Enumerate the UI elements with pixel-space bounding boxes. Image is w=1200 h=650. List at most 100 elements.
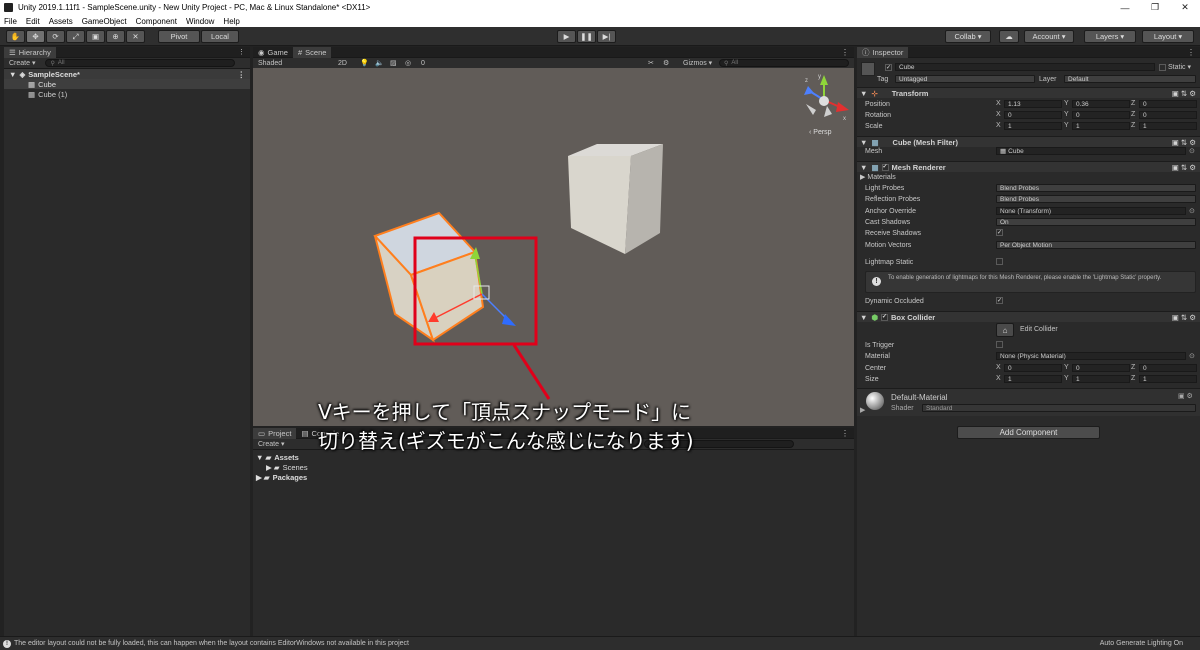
center-x-field[interactable]: 0 (1004, 364, 1062, 372)
foldout-open-icon[interactable]: ▼ (256, 453, 263, 462)
foldout-open-icon[interactable]: ▼ (860, 313, 867, 322)
scene-menu-icon[interactable]: ⋮ (238, 70, 246, 79)
component-settings-icon[interactable]: ▣ ⚙ (1178, 392, 1193, 400)
menu-assets[interactable]: Assets (49, 17, 73, 26)
local-toggle[interactable]: Local (201, 30, 239, 43)
hierarchy-item[interactable]: ▦ Cube (1) (4, 89, 250, 99)
gizmos-dropdown[interactable]: Gizmos ▾ (683, 59, 712, 67)
tab-hierarchy[interactable]: ☰ Hierarchy (4, 46, 56, 58)
mesh-field[interactable]: ▦ Cube (996, 147, 1186, 155)
active-checkbox[interactable]: ✓ (885, 64, 892, 71)
menu-window[interactable]: Window (186, 17, 214, 26)
static-checkbox[interactable] (1159, 64, 1166, 71)
meshfilter-header[interactable]: ▼ ▦ Cube (Mesh Filter) ▣ ⇅ ⚙ (857, 136, 1200, 147)
boxcollider-header[interactable]: ▼ ⬢ ✓ Box Collider ▣ ⇅ ⚙ (857, 311, 1200, 322)
step-button[interactable]: ▶| (597, 30, 616, 43)
size-x-field[interactable]: 1 (1004, 375, 1062, 383)
auto-lighting-status[interactable]: Auto Generate Lighting On (1100, 640, 1183, 647)
add-component-button[interactable]: Add Component (957, 426, 1100, 439)
effects-icon[interactable]: ▨ (390, 59, 397, 67)
rotation-z-field[interactable]: 0 (1139, 111, 1197, 119)
projection-label[interactable]: ‹ Persp (809, 129, 832, 136)
scale-z-field[interactable]: 1 (1139, 122, 1197, 130)
scale-y-field[interactable]: 1 (1072, 122, 1130, 130)
scene-row[interactable]: ▼ ◈ SampleScene* ⋮ (4, 69, 250, 79)
size-z-field[interactable]: 1 (1139, 375, 1197, 383)
project-create-button[interactable]: Create ▾ (258, 440, 284, 448)
component-settings-icon[interactable]: ▣ ⇅ ⚙ (1172, 313, 1196, 322)
hierarchy-search-input[interactable]: ⚲ All (45, 59, 236, 67)
rotation-x-field[interactable]: 0 (1004, 111, 1062, 119)
menu-component[interactable]: Component (136, 17, 177, 26)
center-z-field[interactable]: 0 (1139, 364, 1197, 372)
lightmap-static-checkbox[interactable] (996, 258, 1003, 265)
scene-search-input[interactable]: ⚲ All (719, 59, 849, 67)
tree-item-packages[interactable]: ▶ ▰ Packages (256, 472, 854, 482)
tag-dropdown[interactable]: Untagged (895, 75, 1035, 83)
boxcollider-enabled-checkbox[interactable]: ✓ (881, 313, 888, 321)
tab-inspector[interactable]: ⓘ Inspector (857, 46, 909, 58)
status-message[interactable]: The editor layout could not be fully loa… (14, 640, 409, 647)
foldout-closed-icon[interactable]: ▶ (860, 406, 865, 414)
menu-help[interactable]: Help (223, 17, 239, 26)
panel-menu-icon[interactable]: ⋮ (841, 48, 849, 57)
orientation-gizmo-icon[interactable] (804, 75, 849, 117)
tab-scene[interactable]: # Scene (292, 46, 332, 58)
position-x-field[interactable]: 1.13 (1004, 100, 1062, 108)
panel-menu-icon[interactable]: ⋮ (238, 48, 245, 56)
collab-button[interactable]: Collab ▾ (945, 30, 991, 43)
receive-shadows-checkbox[interactable]: ✓ (996, 229, 1003, 236)
scene-foldout-icon[interactable]: ▼ (9, 70, 16, 79)
panel-menu-icon[interactable]: ⋮ (841, 429, 849, 438)
light-probes-dropdown[interactable]: Blend Probes (996, 184, 1196, 192)
collider-material-field[interactable]: None (Physic Material) (996, 352, 1186, 360)
maximize-button[interactable]: ❐ (1140, 0, 1170, 15)
size-y-field[interactable]: 1 (1072, 375, 1130, 383)
pivot-toggle[interactable]: Pivot (158, 30, 200, 43)
rotate-tool-icon[interactable]: ⟳ (46, 30, 65, 43)
menu-file[interactable]: File (4, 17, 17, 26)
account-dropdown[interactable]: Account ▾ (1024, 30, 1074, 43)
object-picker-icon[interactable]: ⊙ (1189, 352, 1195, 360)
layout-dropdown[interactable]: Layout ▾ (1142, 30, 1194, 43)
scale-x-field[interactable]: 1 (1004, 122, 1062, 130)
scene-tools-icon[interactable]: ✂ (648, 59, 654, 67)
lighting-icon[interactable]: 💡 (360, 59, 369, 67)
foldout-closed-icon[interactable]: ▶ (266, 463, 272, 472)
camera-icon[interactable]: ⚙ (663, 59, 669, 67)
minimize-button[interactable]: — (1110, 0, 1140, 15)
static-dropdown[interactable]: Static ▾ (1168, 63, 1191, 71)
hidden-objects-icon[interactable]: ◎ (405, 59, 411, 67)
pause-button[interactable]: ❚❚ (577, 30, 596, 43)
object-name-input[interactable]: Cube (895, 63, 1155, 71)
dynamic-occluded-checkbox[interactable]: ✓ (996, 297, 1003, 304)
foldout-open-icon[interactable]: ▼ (860, 163, 867, 172)
hand-tool-icon[interactable]: ✋ (6, 30, 25, 43)
component-settings-icon[interactable]: ▣ ⇅ ⚙ (1172, 138, 1196, 147)
tree-item-scenes[interactable]: ▶ ▰ Scenes (256, 462, 854, 472)
close-button[interactable]: ✕ (1170, 0, 1200, 15)
layers-dropdown[interactable]: Layers ▾ (1084, 30, 1136, 43)
foldout-closed-icon[interactable]: ▶ (256, 473, 262, 482)
position-z-field[interactable]: 0 (1139, 100, 1197, 108)
reflection-probes-dropdown[interactable]: Blend Probes (996, 195, 1196, 203)
cube-1-object[interactable] (568, 144, 663, 254)
rotation-y-field[interactable]: 0 (1072, 111, 1130, 119)
cast-shadows-dropdown[interactable]: On (996, 218, 1196, 226)
layer-dropdown[interactable]: Default (1064, 75, 1196, 83)
move-tool-icon[interactable]: ✥ (26, 30, 45, 43)
play-button[interactable]: ▶ (557, 30, 576, 43)
anchor-override-field[interactable]: None (Transform) (996, 207, 1186, 215)
is-trigger-checkbox[interactable] (996, 341, 1003, 348)
cloud-icon[interactable]: ☁ (999, 30, 1019, 43)
menu-gameobject[interactable]: GameObject (82, 17, 127, 26)
panel-menu-icon[interactable]: ⋮ (1187, 48, 1195, 57)
position-y-field[interactable]: 0.36 (1072, 100, 1130, 108)
scale-tool-icon[interactable]: ⤢ (66, 30, 85, 43)
materials-foldout[interactable]: ▶ Materials (860, 172, 896, 182)
hierarchy-create-button[interactable]: Create ▾ (9, 59, 35, 67)
component-settings-icon[interactable]: ▣ ⇅ ⚙ (1172, 89, 1196, 98)
scene-viewport[interactable]: y x z ‹ Persp (253, 68, 854, 426)
foldout-open-icon[interactable]: ▼ (860, 89, 867, 98)
transform-header[interactable]: ▼ ⊹ Transform ▣ ⇅ ⚙ (857, 87, 1200, 98)
